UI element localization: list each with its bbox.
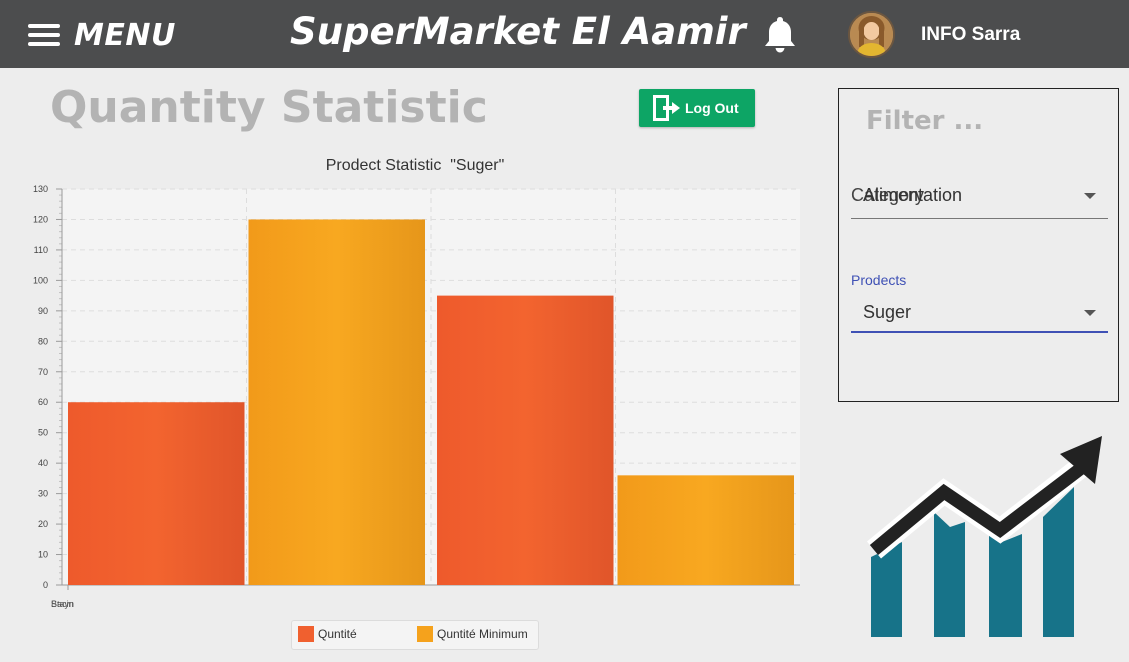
logout-label: Log Out: [685, 100, 739, 116]
category-select[interactable]: Category Alimentation: [851, 185, 1108, 219]
select-underline: [851, 218, 1108, 219]
bar: [617, 475, 794, 585]
legend-item: Quntité: [298, 626, 357, 642]
y-tick-label: 90: [38, 306, 48, 316]
chart-title: Prodect Statistic "Suger": [325, 157, 505, 174]
filter-title: Filter ...: [866, 106, 984, 136]
logout-button[interactable]: Log Out: [639, 89, 755, 127]
bar: [248, 219, 425, 585]
select-underline: [851, 331, 1108, 333]
x-tick-label: Bacin: [51, 599, 74, 609]
y-tick-label: 60: [38, 397, 48, 407]
category-value: Alimentation: [863, 185, 963, 205]
page-title: Quantity Statistic: [50, 82, 488, 133]
y-tick-label: 30: [38, 489, 48, 499]
y-tick-label: 10: [38, 550, 48, 560]
legend-label: Quntité Minimum: [437, 627, 528, 641]
bell-icon[interactable]: [762, 14, 798, 54]
legend-item: Quntité Minimum: [417, 626, 528, 642]
menu-label: MENU: [74, 17, 176, 53]
app-title: SuperMarket El Aamir: [290, 10, 746, 53]
products-value: Suger: [863, 302, 912, 322]
y-tick-label: 80: [38, 336, 48, 346]
bar: [68, 402, 245, 585]
bar-chart: 0102030405060708090100110120130 StaynBac…: [33, 184, 800, 609]
y-tick-label: 0: [43, 580, 48, 590]
y-tick-label: 100: [33, 275, 48, 285]
legend-label: Quntité: [318, 627, 357, 641]
bar: [437, 295, 614, 585]
user-name: INFO Sarra: [921, 24, 1021, 45]
growth-chart-icon: [866, 436, 1102, 637]
menu-icon: [28, 24, 60, 46]
chevron-down-icon: [1084, 310, 1096, 316]
legend-swatch: [417, 626, 433, 642]
y-tick-label: 110: [34, 245, 48, 255]
y-tick-label: 50: [38, 428, 48, 438]
chevron-down-icon: [1084, 193, 1096, 199]
y-tick-label: 40: [38, 458, 48, 468]
filter-panel: Filter ... Category Alimentation Prodect…: [838, 88, 1119, 402]
y-tick-label: 70: [38, 367, 48, 377]
top-bar: MENU SuperMarket El Aamir INFO Sarra: [0, 0, 1129, 68]
y-tick-label: 120: [33, 214, 48, 224]
logout-icon: [653, 95, 680, 121]
chart-legend: Quntité Quntité Minimum: [291, 620, 539, 650]
avatar[interactable]: [848, 11, 895, 58]
products-select[interactable]: Prodects Suger: [851, 272, 1108, 334]
legend-swatch: [298, 626, 314, 642]
products-label: Prodects: [851, 272, 907, 288]
y-tick-label: 20: [38, 519, 48, 529]
menu-button[interactable]: MENU: [28, 14, 176, 56]
y-tick-label: 130: [33, 184, 48, 194]
